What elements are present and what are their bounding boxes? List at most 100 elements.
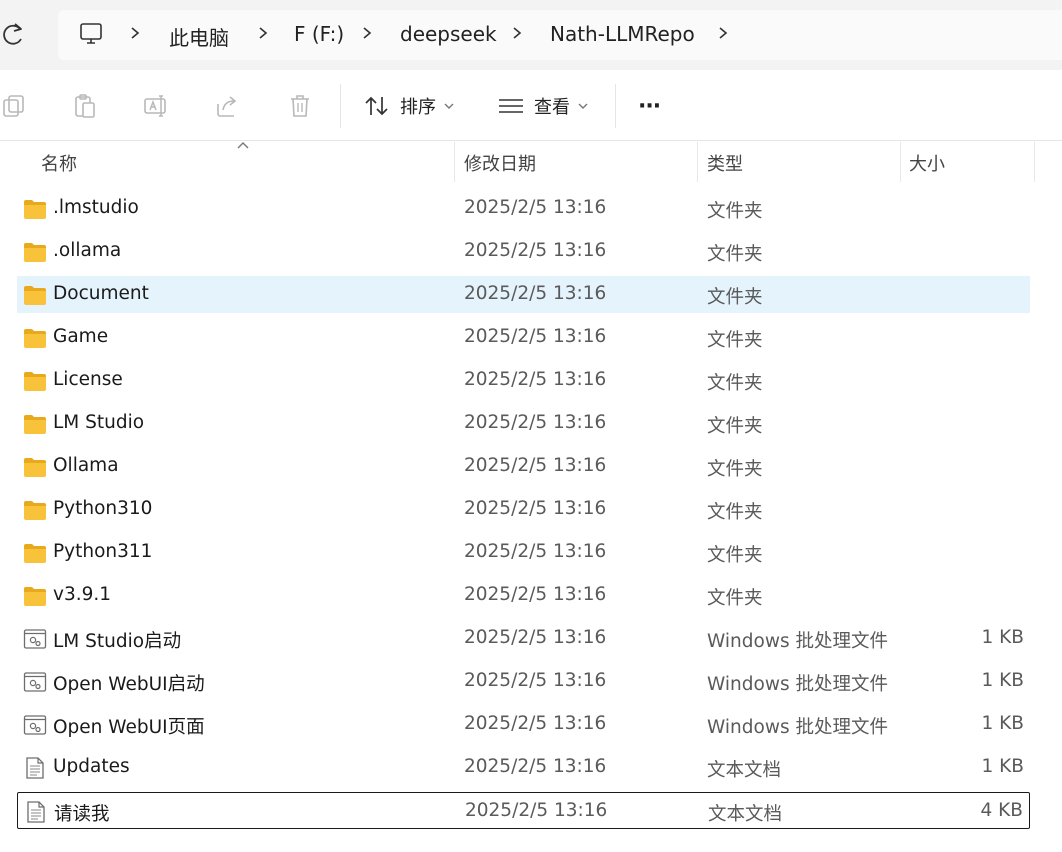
chevron-right-icon[interactable] — [716, 26, 730, 40]
file-size: 4 KB — [980, 800, 1023, 821]
file-modified-date: 2025/2/5 13:16 — [464, 756, 607, 777]
column-divider[interactable] — [900, 142, 901, 182]
file-size: 1 KB — [981, 756, 1024, 777]
file-name: LM Studio — [53, 412, 145, 433]
folder-icon — [23, 413, 47, 435]
rename-icon[interactable] — [142, 92, 170, 120]
file-row-document[interactable]: Document 2025/2/5 13:16 文件夹 — [17, 276, 1030, 313]
file-name: Python311 — [53, 541, 153, 562]
file-modified-date: 2025/2/5 13:16 — [465, 800, 608, 821]
folder-icon — [23, 585, 47, 607]
file-name: License — [53, 369, 123, 390]
file-row-readme[interactable]: 请读我 2025/2/5 13:16 文本文档 4 KB — [17, 792, 1030, 829]
file-modified-date: 2025/2/5 13:16 — [464, 670, 607, 691]
file-type: 文件夹 — [707, 459, 763, 480]
file-name: LM Studio启动 — [53, 631, 182, 652]
column-divider[interactable] — [454, 142, 455, 182]
column-header-type[interactable]: 类型 — [707, 150, 743, 176]
file-size: 1 KB — [981, 670, 1024, 691]
computer-icon[interactable] — [79, 22, 103, 46]
breadcrumb-this-pc[interactable]: 此电脑 — [169, 22, 229, 51]
toolbar-divider — [615, 84, 616, 128]
chevron-right-icon[interactable] — [360, 26, 374, 40]
folder-icon — [23, 198, 47, 220]
file-modified-date: 2025/2/5 13:16 — [464, 713, 607, 734]
column-header-size[interactable]: 大小 — [909, 150, 945, 176]
file-row-open-webui-page[interactable]: Open WebUI页面 2025/2/5 13:16 Windows 批处理文件 1… — [17, 706, 1030, 743]
refresh-icon[interactable] — [0, 20, 26, 48]
file-row-open-webui-launch[interactable]: Open WebUI启动 2025/2/5 13:16 Windows 批处理文件 1… — [17, 663, 1030, 700]
file-row-lmstudio[interactable]: .lmstudio 2025/2/5 13:16 文件夹 — [17, 190, 1030, 227]
chevron-right-icon[interactable] — [510, 26, 524, 40]
file-modified-date: 2025/2/5 13:16 — [464, 455, 607, 476]
file-size: 1 KB — [981, 713, 1024, 734]
share-icon[interactable] — [214, 92, 242, 120]
file-type: Windows 批处理文件 — [707, 674, 888, 695]
file-row-ollama[interactable]: Ollama 2025/2/5 13:16 文件夹 — [17, 448, 1030, 485]
delete-icon[interactable] — [286, 92, 314, 120]
folder-icon — [23, 370, 47, 392]
file-size: 1 KB — [981, 627, 1024, 648]
breadcrumb-nath-llmrepo[interactable]: Nath-LLMRepo — [550, 22, 695, 46]
file-modified-date: 2025/2/5 13:16 — [464, 326, 607, 347]
file-name: Document — [53, 283, 149, 304]
file-type: 文本文档 — [708, 804, 783, 825]
file-name: Game — [53, 326, 109, 347]
file-name: .ollama — [53, 240, 122, 261]
file-type: 文件夹 — [707, 502, 763, 523]
file-name: Updates — [53, 756, 130, 777]
file-row-lm-studio[interactable]: LM Studio 2025/2/5 13:16 文件夹 — [17, 405, 1030, 442]
file-row-python311[interactable]: Python311 2025/2/5 13:16 文件夹 — [17, 534, 1030, 571]
file-name: .lmstudio — [53, 197, 139, 218]
file-row-v391[interactable]: v3.9.1 2025/2/5 13:16 文件夹 — [17, 577, 1030, 614]
file-modified-date: 2025/2/5 13:16 — [464, 498, 607, 519]
file-row-updates[interactable]: Updates 2025/2/5 13:16 文本文档 1 KB — [17, 749, 1030, 786]
text-file-icon — [23, 757, 47, 779]
file-row-python310[interactable]: Python310 2025/2/5 13:16 文件夹 — [17, 491, 1030, 528]
chevron-right-icon[interactable] — [128, 26, 142, 40]
text-file-icon — [24, 801, 48, 823]
file-modified-date: 2025/2/5 13:16 — [464, 197, 607, 218]
breadcrumb-drive-f[interactable]: F (F:) — [294, 22, 344, 46]
chevron-right-icon[interactable] — [256, 26, 270, 40]
file-type: 文件夹 — [707, 201, 763, 222]
file-type: 文件夹 — [707, 330, 763, 351]
chevron-down-icon — [444, 103, 454, 109]
file-name: Open WebUI启动 — [53, 674, 205, 695]
column-header-row: 名称 修改日期 类型 大小 — [0, 142, 1062, 182]
file-type: 文本文档 — [707, 760, 782, 781]
breadcrumb-deepseek[interactable]: deepseek — [400, 22, 497, 46]
batch-file-icon — [23, 671, 47, 693]
paste-icon[interactable] — [71, 92, 99, 120]
sort-label: 排序 — [400, 97, 436, 118]
column-divider[interactable] — [1034, 142, 1035, 182]
file-type: 文件夹 — [707, 545, 763, 566]
sort-button[interactable]: 排序 — [364, 90, 454, 122]
file-row-license[interactable]: License 2025/2/5 13:16 文件夹 — [17, 362, 1030, 399]
file-row-ollama-hidden[interactable]: .ollama 2025/2/5 13:16 文件夹 — [17, 233, 1030, 270]
column-header-modified[interactable]: 修改日期 — [464, 150, 536, 176]
file-name: Ollama — [53, 455, 119, 476]
file-type: 文件夹 — [707, 287, 763, 308]
chevron-down-icon — [578, 103, 588, 109]
folder-icon — [23, 327, 47, 349]
file-name: Python310 — [53, 498, 153, 519]
folder-icon — [23, 456, 47, 478]
view-button[interactable]: 查看 — [498, 90, 588, 122]
file-row-game[interactable]: Game 2025/2/5 13:16 文件夹 — [17, 319, 1030, 356]
file-modified-date: 2025/2/5 13:16 — [464, 240, 607, 261]
file-modified-date: 2025/2/5 13:16 — [464, 541, 607, 562]
sort-arrows-icon — [365, 96, 388, 116]
file-modified-date: 2025/2/5 13:16 — [464, 369, 607, 390]
file-type: 文件夹 — [707, 588, 763, 609]
batch-file-icon — [23, 714, 47, 736]
column-divider[interactable] — [697, 142, 698, 182]
column-header-name[interactable]: 名称 — [41, 150, 77, 176]
view-lines-icon — [499, 99, 523, 113]
file-row-lm-studio-launch[interactable]: LM Studio启动 2025/2/5 13:16 Windows 批处理文件 1 … — [17, 620, 1030, 657]
copy-icon[interactable] — [0, 92, 28, 120]
file-type: Windows 批处理文件 — [707, 631, 888, 652]
more-options-button[interactable]: ··· — [638, 90, 661, 122]
batch-file-icon — [23, 628, 47, 650]
folder-icon — [23, 241, 47, 263]
